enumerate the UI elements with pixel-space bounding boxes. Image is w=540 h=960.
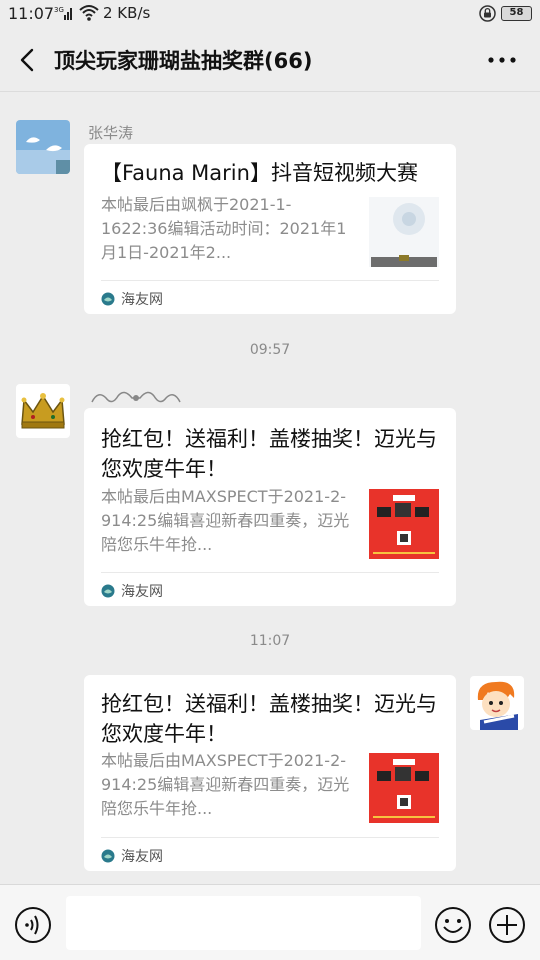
link-card[interactable]: 【Fauna Marin】抖音短视频大赛 本帖最后由飒枫于2021-1-1622… <box>84 144 456 314</box>
more-options-icon[interactable] <box>486 48 518 72</box>
card-divider <box>101 572 439 573</box>
card-source: 海友网 <box>101 846 163 866</box>
card-divider <box>101 280 439 281</box>
battery-indicator: 58 <box>501 6 532 21</box>
rotation-lock-icon <box>479 5 496 22</box>
wifi-icon <box>79 5 99 21</box>
source-name: 海友网 <box>121 584 163 600</box>
card-description: 本帖最后由MAXSPECT于2021-2-914:25编辑喜迎新春四重奏，迈光陪… <box>101 751 350 818</box>
card-title: 抢红包！送福利！盖楼抽奖！迈光与您欢度牛年！ <box>101 692 437 746</box>
avatar[interactable] <box>16 120 70 174</box>
avatar[interactable] <box>470 676 524 730</box>
chat-title: 顶尖玩家珊瑚盐抽奖群(66) <box>54 49 313 73</box>
decorative-nickname-icon <box>91 391 181 403</box>
chat-header: 顶尖玩家珊瑚盐抽奖群(66) <box>0 28 540 92</box>
timestamp: 11:07 <box>249 633 291 649</box>
card-source: 海友网 <box>101 581 163 601</box>
source-name: 海友网 <box>121 292 163 308</box>
link-card[interactable]: 抢红包！送福利！盖楼抽奖！迈光与您欢度牛年！ 本帖最后由MAXSPECT于202… <box>84 408 456 606</box>
card-title: 【Fauna Marin】抖音短视频大赛 <box>101 161 418 185</box>
back-arrow-icon[interactable] <box>14 46 40 74</box>
card-thumbnail <box>369 753 439 823</box>
card-description: 本帖最后由MAXSPECT于2021-2-914:25编辑喜迎新春四重奏，迈光陪… <box>101 487 350 554</box>
svg-text:3G: 3G <box>54 6 64 14</box>
status-bar: 11:07 3G 2 KB/s 58 <box>0 0 540 28</box>
source-logo-icon <box>101 584 115 598</box>
plus-icon[interactable] <box>488 906 526 944</box>
avatar[interactable] <box>16 384 70 438</box>
card-source: 海友网 <box>101 289 163 309</box>
source-logo-icon <box>101 849 115 863</box>
source-name: 海友网 <box>121 849 163 865</box>
link-card[interactable]: 抢红包！送福利！盖楼抽奖！迈光与您欢度牛年！ 本帖最后由MAXSPECT于202… <box>84 675 456 871</box>
input-bar <box>0 884 540 960</box>
status-time: 11:07 <box>8 4 55 23</box>
card-thumbnail <box>369 197 439 267</box>
timestamp: 09:57 <box>249 342 291 358</box>
sender-name: 张华涛 <box>88 124 134 142</box>
source-logo-icon <box>101 292 115 306</box>
network-speed: 2 KB/s <box>103 4 151 22</box>
emoji-icon[interactable] <box>434 906 472 944</box>
card-thumbnail <box>369 489 439 559</box>
message-input[interactable] <box>66 896 421 950</box>
voice-icon[interactable] <box>14 906 52 944</box>
card-description: 本帖最后由飒枫于2021-1-1622:36编辑活动时间：2021年1月1日-2… <box>101 195 347 262</box>
card-divider <box>101 837 439 838</box>
card-title: 抢红包！送福利！盖楼抽奖！迈光与您欢度牛年！ <box>101 427 437 481</box>
signal-icon: 3G <box>54 6 72 20</box>
